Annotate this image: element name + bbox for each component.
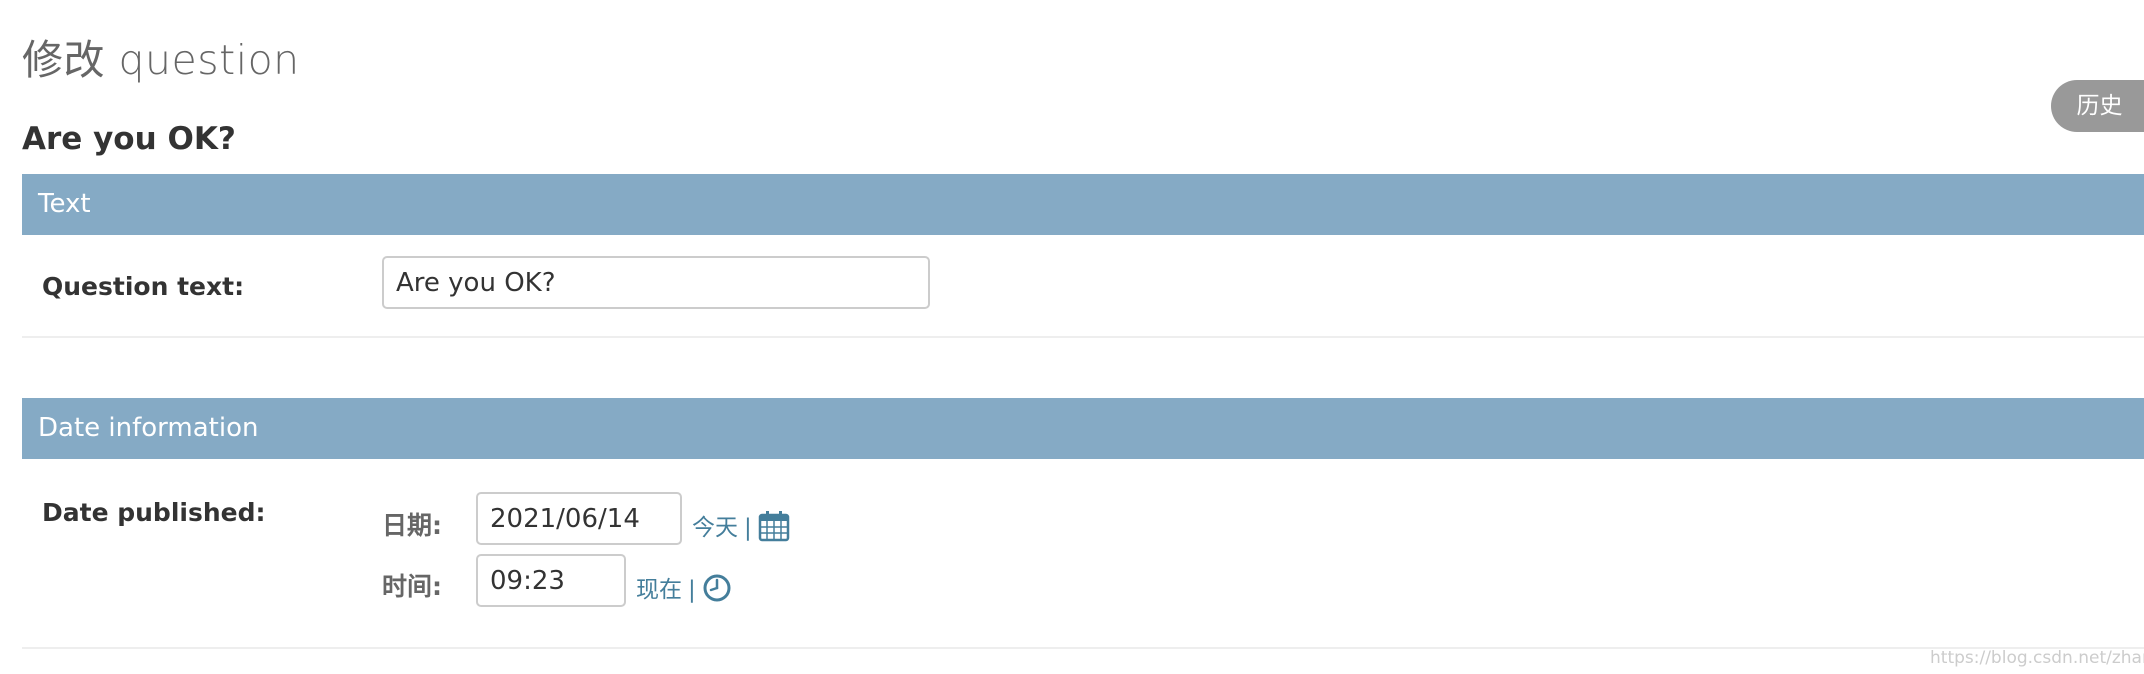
date-shortcuts: 今天 | <box>692 508 790 548</box>
fieldset-header-text: Text <box>22 174 2144 235</box>
today-link[interactable]: 今天 <box>692 515 738 541</box>
watermark: https://blog.csdn.net/zhang35 <box>1930 648 2144 668</box>
time-input[interactable] <box>476 554 626 607</box>
shortcut-separator: | <box>688 577 696 603</box>
object-title: Are you OK? <box>22 121 236 157</box>
calendar-icon[interactable] <box>758 510 790 548</box>
shortcut-separator: | <box>744 515 752 541</box>
date-published-label: Date published: <box>42 498 266 527</box>
form-row-divider <box>22 647 2144 649</box>
date-input[interactable] <box>476 492 682 545</box>
page-title: 修改 question <box>22 36 300 84</box>
time-sub-label: 时间: <box>382 572 442 601</box>
clock-icon[interactable] <box>702 573 732 609</box>
time-shortcuts: 现在 | <box>636 570 732 609</box>
history-button[interactable]: 历史 <box>2051 80 2144 132</box>
question-text-input[interactable] <box>382 256 930 309</box>
question-text-label: Question text: <box>42 272 245 301</box>
date-sub-label: 日期: <box>382 511 442 540</box>
form-row-divider <box>22 336 2144 338</box>
now-link[interactable]: 现在 <box>636 577 682 603</box>
fieldset-header-date: Date information <box>22 398 2144 459</box>
